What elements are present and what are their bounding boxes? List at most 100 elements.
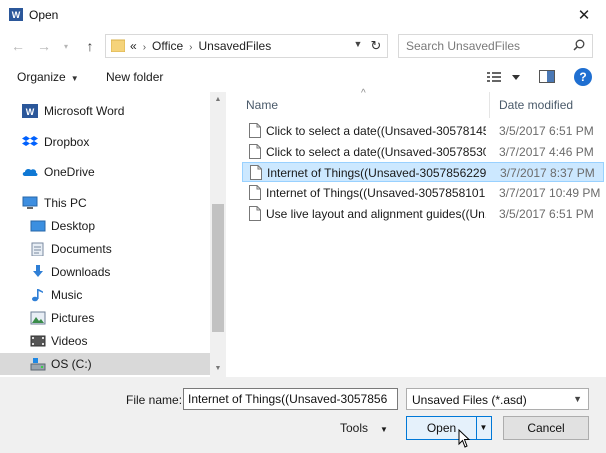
command-bar: Organize ▼ New folder ? bbox=[0, 62, 606, 92]
help-button[interactable]: ? bbox=[574, 68, 592, 86]
chevron-down-icon: ▾ bbox=[63, 41, 68, 51]
search-icon[interactable] bbox=[573, 39, 585, 51]
nav-item-dropbox[interactable]: Dropbox bbox=[0, 131, 210, 153]
navigation-pane: W Microsoft Word Dropbox OneDrive This P… bbox=[0, 92, 226, 377]
file-icon bbox=[249, 123, 261, 138]
new-folder-button[interactable]: New folder bbox=[106, 70, 163, 84]
breadcrumb-overflow[interactable]: « bbox=[130, 39, 137, 53]
nav-item-label: Videos bbox=[51, 334, 88, 348]
close-button[interactable]: ✕ bbox=[570, 3, 598, 27]
file-row-selected[interactable]: Internet of Things((Unsaved-3057856229..… bbox=[242, 162, 604, 182]
file-name: Click to select a date((Unsaved-30578145… bbox=[266, 124, 486, 138]
nav-item-desktop[interactable]: Desktop bbox=[0, 215, 210, 237]
folder-icon bbox=[111, 39, 125, 52]
svg-text:W: W bbox=[26, 107, 35, 117]
nav-item-onedrive[interactable]: OneDrive bbox=[0, 161, 210, 183]
preview-pane-button[interactable] bbox=[539, 70, 555, 83]
chevron-down-icon: ▼ bbox=[573, 394, 582, 404]
file-icon bbox=[249, 185, 261, 200]
open-button[interactable]: Open ▼ bbox=[406, 416, 492, 440]
file-name-input[interactable] bbox=[183, 388, 398, 410]
word-app-icon: W bbox=[9, 8, 23, 21]
search-input[interactable] bbox=[399, 35, 569, 57]
desktop-icon bbox=[30, 220, 46, 232]
file-row[interactable]: Internet of Things((Unsaved-3057858101..… bbox=[242, 183, 604, 203]
arrow-left-icon: ← bbox=[11, 38, 25, 54]
breadcrumb: « › Office › UnsavedFiles bbox=[130, 39, 271, 53]
file-row[interactable]: Click to select a date((Unsaved-30578145… bbox=[242, 121, 604, 141]
nav-item-label: Desktop bbox=[51, 219, 96, 233]
file-date: 3/7/2017 10:49 PM bbox=[499, 186, 601, 200]
nav-item-downloads[interactable]: Downloads bbox=[0, 261, 210, 283]
navigation-bar: ← → ▾ ↑ « › Office › UnsavedFiles ▼ ↻ bbox=[0, 30, 606, 62]
file-name-label: File name: bbox=[126, 393, 183, 407]
sort-ascending-icon: ^ bbox=[361, 88, 366, 99]
forward-button[interactable]: → bbox=[35, 37, 53, 55]
search-box[interactable] bbox=[398, 34, 593, 58]
arrow-up-icon: ↑ bbox=[86, 38, 94, 54]
file-row[interactable]: Click to select a date((Unsaved-30578530… bbox=[242, 142, 604, 162]
cancel-button[interactable]: Cancel bbox=[503, 416, 589, 440]
nav-item-label: This PC bbox=[44, 196, 87, 210]
caret-down-icon bbox=[512, 75, 520, 80]
videos-icon bbox=[30, 335, 46, 347]
file-date: 3/5/2017 6:51 PM bbox=[499, 124, 594, 138]
address-bar[interactable]: « › Office › UnsavedFiles ▼ ↻ bbox=[105, 34, 388, 58]
close-icon: ✕ bbox=[577, 7, 591, 24]
nav-item-label: OneDrive bbox=[44, 165, 95, 179]
nav-item-microsoft-word[interactable]: W Microsoft Word bbox=[0, 100, 210, 122]
scroll-down-icon[interactable]: ▼ bbox=[210, 361, 226, 377]
music-icon bbox=[32, 289, 43, 302]
navigation-scrollbar[interactable]: ▲ ▼ bbox=[210, 92, 226, 377]
breadcrumb-separator-icon[interactable]: › bbox=[189, 42, 192, 53]
arrow-right-icon: → bbox=[37, 38, 51, 54]
column-header-name[interactable]: Name bbox=[246, 98, 278, 112]
file-icon bbox=[249, 206, 261, 221]
nav-item-label: Music bbox=[51, 288, 83, 302]
column-header-date-modified[interactable]: Date modified bbox=[499, 98, 573, 112]
scrollbar-thumb[interactable] bbox=[212, 204, 224, 332]
nav-item-videos[interactable]: Videos bbox=[0, 330, 210, 352]
breadcrumb-unsavedfiles[interactable]: UnsavedFiles bbox=[199, 39, 272, 53]
nav-item-music[interactable]: Music bbox=[0, 284, 210, 306]
file-type-select[interactable]: Unsaved Files (*.asd) ▼ bbox=[406, 388, 589, 410]
mouse-cursor-icon bbox=[458, 429, 471, 448]
dropbox-icon bbox=[22, 136, 38, 146]
scroll-up-icon[interactable]: ▲ bbox=[210, 92, 226, 108]
computer-icon bbox=[22, 196, 38, 209]
preview-pane-icon bbox=[547, 71, 554, 82]
file-date: 3/5/2017 6:51 PM bbox=[499, 207, 594, 221]
nav-item-os-c[interactable]: OS (C:) bbox=[0, 353, 210, 375]
window-title: Open bbox=[29, 8, 59, 22]
nav-item-label: Documents bbox=[51, 242, 112, 256]
refresh-icon[interactable]: ↻ bbox=[369, 38, 383, 54]
view-details-icon bbox=[487, 72, 501, 82]
nav-item-pictures[interactable]: Pictures bbox=[0, 307, 210, 329]
breadcrumb-separator-icon[interactable]: › bbox=[143, 42, 146, 53]
back-button[interactable]: ← bbox=[9, 37, 27, 55]
open-options-dropdown-icon[interactable]: ▼ bbox=[476, 417, 491, 439]
recent-locations-button[interactable]: ▾ bbox=[57, 37, 75, 55]
file-row[interactable]: Use live layout and alignment guides((Un… bbox=[242, 204, 604, 224]
title-bar: W Open ✕ bbox=[0, 0, 606, 30]
up-button[interactable]: ↑ bbox=[81, 37, 99, 55]
nav-item-documents[interactable]: Documents bbox=[0, 238, 210, 260]
file-date: 3/7/2017 4:46 PM bbox=[499, 145, 594, 159]
caret-down-icon: ▼ bbox=[70, 74, 79, 83]
organize-button[interactable]: Organize ▼ bbox=[17, 70, 79, 84]
dialog-footer: File name: Unsaved Files (*.asd) ▼ Tools… bbox=[0, 377, 606, 453]
onedrive-icon bbox=[22, 168, 38, 176]
breadcrumb-office[interactable]: Office bbox=[152, 39, 183, 53]
file-name: Internet of Things((Unsaved-3057858101..… bbox=[266, 186, 486, 200]
nav-item-this-pc[interactable]: This PC bbox=[0, 192, 210, 214]
file-name: Click to select a date((Unsaved-30578530… bbox=[266, 145, 486, 159]
help-icon: ? bbox=[579, 70, 587, 84]
change-view-button[interactable] bbox=[486, 68, 522, 86]
file-icon bbox=[249, 144, 261, 159]
address-dropdown-icon[interactable]: ▼ bbox=[351, 39, 365, 49]
column-divider[interactable] bbox=[489, 92, 490, 118]
tools-button[interactable]: Tools ▼ bbox=[340, 421, 388, 435]
documents-icon bbox=[31, 242, 44, 256]
word-icon: W bbox=[22, 104, 38, 118]
file-icon bbox=[250, 165, 262, 180]
